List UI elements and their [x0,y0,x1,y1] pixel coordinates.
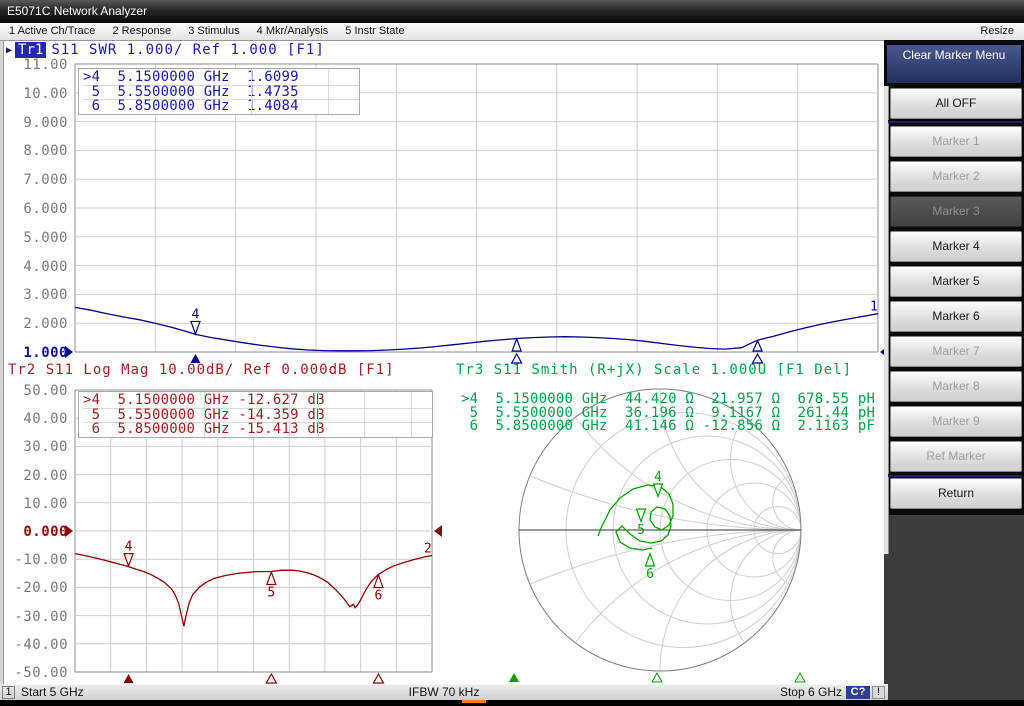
marker-4-glyph[interactable] [654,484,663,497]
y-axis-tick: -40.00 [14,638,68,653]
softkey-scroll-lane[interactable] [884,86,889,554]
tr1-header[interactable]: ▶Tr1 S11 SWR 1.000/ Ref 1.000 [F1] [6,42,325,58]
svg-text:5: 5 [267,585,275,600]
stimulus-marker-triangle[interactable] [652,673,662,682]
tr1-marker-table: >4 5.1500000 GHz 1.6099 5 5.5500000 GHz … [78,68,360,115]
y-axis-tick: -10.00 [14,553,68,568]
marker-5-glyph[interactable] [637,509,646,522]
stimulus-marker-triangle[interactable] [795,673,805,682]
titlebar[interactable]: E5071C Network Analyzer [0,0,1024,23]
menu-active-ch-trace[interactable]: 1 Active Ch/Trace [9,23,95,40]
y-axis-tick: 1.000 [14,346,68,361]
y-axis-tick: 9.000 [14,116,68,131]
window-title: E5071C Network Analyzer [7,4,147,18]
softkey-separator [888,474,1022,477]
menu-mkr-analysis[interactable]: 4 Mkr/Analysis [257,23,329,40]
y-axis-tick: -20.00 [14,581,68,596]
stimulus-marker-triangle[interactable] [512,354,522,363]
ifbw-label[interactable]: IFBW 70 kHz [0,685,888,700]
y-axis-tick: 10.00 [14,497,68,512]
window-left-edge [0,41,4,684]
instrument-screen: E5071C Network Analyzer 1 Active Ch/Trac… [0,0,1024,706]
y-axis-tick: 6.000 [14,202,68,217]
y-axis-tick: 10.00 [14,87,68,102]
softkey-marker-1: Marker 1 [890,126,1022,157]
softkey-all-off[interactable]: All OFF [890,88,1022,119]
menu-resize[interactable]: Resize [980,23,1014,40]
svg-text:4: 4 [192,307,200,322]
marker-4-glyph[interactable] [191,321,200,334]
statusbar: 1 Start 5 GHz IFBW 70 kHz Stop 6 GHz C? … [0,684,888,701]
tr1-badge: Tr1 [15,42,46,58]
softkey-marker-7: Marker 7 [890,336,1022,367]
softkey-marker-9: Marker 9 [890,406,1022,437]
stimulus-marker-triangle[interactable] [509,673,519,682]
softkey-return[interactable]: Return [890,478,1022,509]
y-axis-tick: 5.000 [14,231,68,246]
softkey-marker-6[interactable]: Marker 6 [890,301,1022,332]
softkey-marker-3[interactable]: Marker 3 [890,196,1022,227]
tr1-format-text: S11 SWR 1.000/ Ref 1.000 [F1] [51,42,324,58]
svg-text:1: 1 [870,300,878,315]
svg-text:6: 6 [646,567,654,582]
y-axis-tick: 8.000 [14,144,68,159]
active-trace-arrow-icon: ▶ [6,45,12,56]
svg-text:4: 4 [125,540,133,555]
softkey-marker-8: Marker 8 [890,371,1022,402]
stop-frequency-label[interactable]: Stop 6 GHz [780,685,842,700]
menu-stimulus[interactable]: 3 Stimulus [188,23,239,40]
marker-5-glyph[interactable] [512,339,521,351]
y-axis-tick: 4.000 [14,260,68,275]
softkey-marker-4[interactable]: Marker 4 [890,231,1022,262]
svg-text:2: 2 [424,542,432,557]
y-axis-tick: 40.00 [14,412,68,427]
bottom-edge [0,700,1024,706]
svg-text:6: 6 [375,588,383,603]
taskbar-hint [462,700,486,703]
marker-6-glyph[interactable] [646,554,655,567]
menubar: 1 Active Ch/Trace 2 Response 3 Stimulus … [0,23,1024,41]
softkey-sidebar: Clear Marker Menu All OFF Marker 1 Marke… [884,40,1024,706]
menu-response[interactable]: 2 Response [112,23,171,40]
stimulus-marker-triangle[interactable] [266,674,276,683]
menu-instr-state[interactable]: 5 Instr State [345,23,404,40]
stimulus-marker-triangle[interactable] [124,674,134,683]
softkey-ref-marker: Ref Marker [890,441,1022,472]
svg-text:4: 4 [654,470,662,485]
y-axis-tick: 20.00 [14,469,68,484]
marker-readout-row: 6 5.8500000 GHz 41.146 Ω -12.856 Ω 2.116… [461,420,881,434]
y-axis-tick: 30.00 [14,440,68,455]
marker-5-glyph[interactable] [267,572,276,585]
y-axis-tick: 0.000 [14,525,68,540]
softkey-marker-5[interactable]: Marker 5 [890,266,1022,297]
y-axis-tick: -50.00 [14,666,68,681]
svg-text:5: 5 [637,523,645,538]
alert-indicator[interactable]: ! [872,686,885,699]
tr3-trace [598,485,673,550]
marker-readout-row: 6 5.8500000 GHz -15.413 dB [83,423,432,437]
marker-4-glyph[interactable] [124,554,133,567]
y-axis-tick: 11.00 [14,58,68,73]
tr3-marker-table: >4 5.1500000 GHz 44.420 Ω 21.957 Ω 678.5… [457,391,881,438]
ref-level-triangle-right [434,525,442,537]
y-axis-tick: 50.00 [14,384,68,399]
softkey-separator [888,120,1022,123]
y-axis-tick: -30.00 [14,610,68,625]
tr2-marker-table: >4 5.1500000 GHz -12.627 dB 5 5.5500000 … [78,391,433,438]
y-axis-tick: 3.000 [14,288,68,303]
y-axis-tick: 2.000 [14,317,68,332]
softkey-marker-2: Marker 2 [890,161,1022,192]
stimulus-marker-triangle[interactable] [190,354,200,363]
stimulus-marker-triangle[interactable] [373,674,383,683]
softkey-menu-title: Clear Marker Menu [886,44,1022,84]
y-axis-tick: 7.000 [14,173,68,188]
marker-readout-row: 6 5.8500000 GHz 1.4084 [83,100,359,114]
stimulus-marker-triangle[interactable] [753,354,763,363]
correction-status-badge: C? [846,686,870,699]
